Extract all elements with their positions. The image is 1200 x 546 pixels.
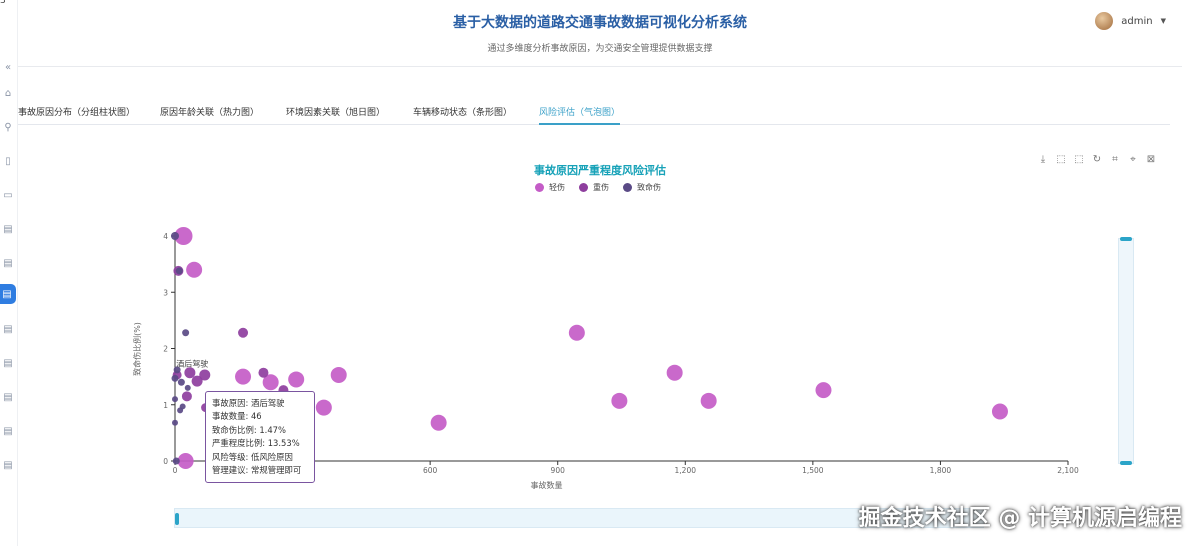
bubble-point <box>235 368 252 385</box>
x-tick-label: 1,200 <box>675 466 697 475</box>
tooltip-line: 风险等级: 低风险原因 <box>212 451 293 462</box>
bubble-point <box>258 367 269 378</box>
bubble-point <box>184 384 191 391</box>
bubble-point <box>177 378 185 386</box>
x-tick-label: 600 <box>423 466 438 475</box>
vertical-datazoom[interactable] <box>1118 237 1134 465</box>
watermark: 掘金技术社区 @ 计算机源启编程 <box>858 506 1182 531</box>
x-axis-label: 事故数量 <box>531 480 563 490</box>
y-tick-label: 3 <box>163 288 168 297</box>
bubble-point <box>199 369 211 381</box>
bubble-point <box>430 414 447 431</box>
bubble-point <box>184 367 196 379</box>
y-axis-label: 致命伤比例(%) <box>132 322 142 376</box>
bubble-point <box>177 453 194 469</box>
tooltip-line: 事故数量: 46 <box>212 411 262 422</box>
datazoom-handle-left[interactable] <box>175 513 179 525</box>
datazoom-handle-bottom[interactable] <box>1120 461 1132 465</box>
bubble-annotation: 酒后驾驶 <box>176 359 208 369</box>
bubble-point <box>171 374 179 382</box>
bubble-point <box>568 324 585 341</box>
bubble-point <box>172 457 180 465</box>
x-tick-label: 900 <box>551 466 566 475</box>
datazoom-handle-top[interactable] <box>1120 237 1132 241</box>
x-tick-label: 1,500 <box>802 466 824 475</box>
tooltip-line: 严重程度比例: 13.53% <box>212 438 300 449</box>
bubble-point <box>815 382 832 399</box>
bubble-chart: 03006009001,2001,5001,8002,10001234事故数量致… <box>132 227 1079 490</box>
y-tick-label: 0 <box>163 457 168 466</box>
bubble-point <box>330 366 347 383</box>
bubble-point <box>182 329 190 337</box>
bubble-point <box>179 403 186 410</box>
bubble-point <box>172 396 178 403</box>
x-tick-label: 0 <box>173 466 178 475</box>
bubble-point <box>172 419 178 426</box>
x-tick-label: 1,800 <box>930 466 952 475</box>
y-tick-label: 4 <box>163 232 168 241</box>
bubble-point <box>611 392 628 409</box>
bubble-point <box>666 364 683 381</box>
tooltip-line: 事故原因: 酒后驾驶 <box>212 398 285 408</box>
bubble-point <box>700 392 717 409</box>
bubble-point <box>288 371 305 388</box>
y-tick-label: 2 <box>163 345 168 354</box>
bubble-point <box>171 232 179 240</box>
chart-tooltip: 事故原因: 酒后驾驶 事故数量: 46 致命伤比例: 1.47% 严重程度比例:… <box>205 391 315 484</box>
bubble-point <box>315 399 332 416</box>
tooltip-line: 致命伤比例: 1.47% <box>212 424 286 435</box>
tooltip-line: 管理建议: 常规管理即可 <box>212 465 302 476</box>
bubble-point <box>175 267 183 275</box>
x-tick-label: 2,100 <box>1057 466 1079 475</box>
bubble-point <box>238 327 249 338</box>
y-tick-label: 1 <box>163 401 168 410</box>
bubble-point <box>186 261 203 278</box>
bubble-point <box>991 403 1008 420</box>
bubble-point <box>181 391 192 402</box>
